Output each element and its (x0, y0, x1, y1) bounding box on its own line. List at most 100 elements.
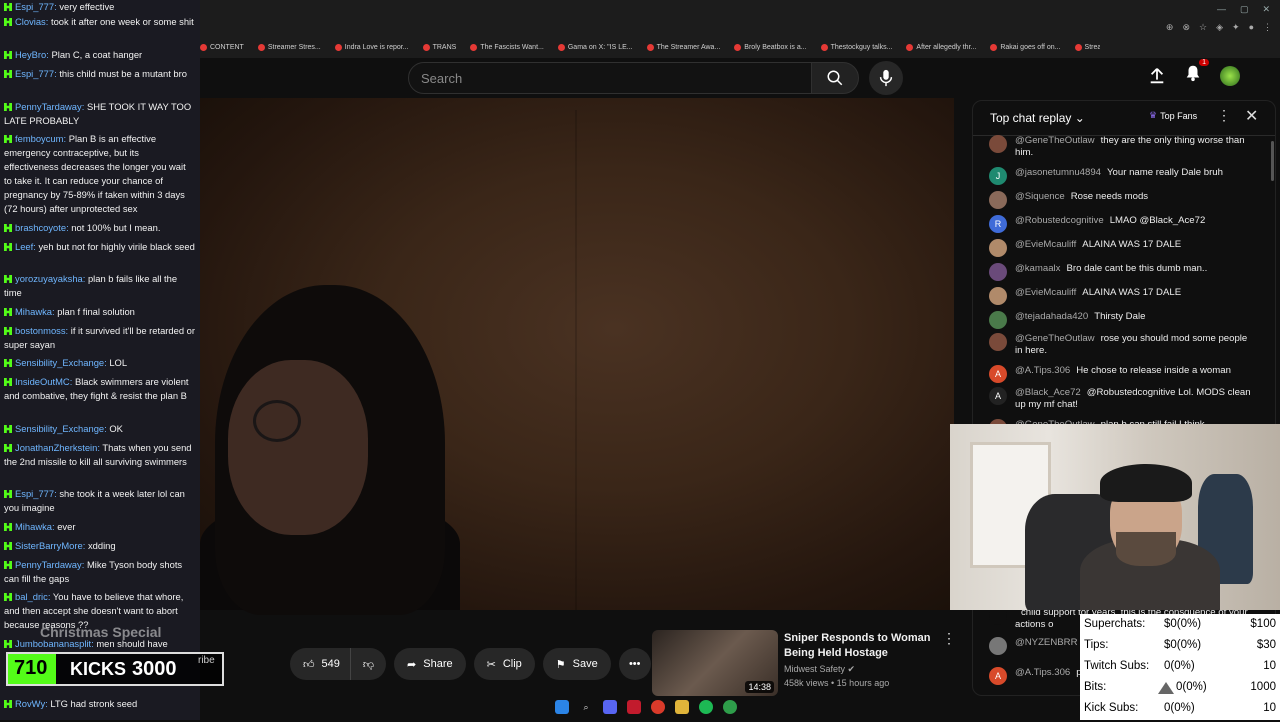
search-icon[interactable]: ⌕ (579, 700, 593, 714)
voice-search-button[interactable] (869, 61, 903, 95)
chat-username[interactable]: @EvieMcauliff (1015, 239, 1076, 250)
chat-username[interactable]: bal_dric (15, 591, 48, 602)
chat-username[interactable]: @EvieMcauliff (1015, 287, 1076, 298)
chat-username[interactable]: @GeneTheOutlaw (1015, 333, 1095, 344)
search-input[interactable]: Search (408, 62, 812, 94)
avatar[interactable] (989, 287, 1007, 305)
chat-username[interactable]: Sensibility_Exchange (15, 423, 104, 434)
extension-icon[interactable]: ⊗ (1182, 22, 1190, 33)
chat-username[interactable]: @jasonetumnu4894 (1015, 167, 1101, 178)
chat-mode-dropdown[interactable]: Top chat replay ⌄ (990, 111, 1085, 125)
recommended-thumbnail[interactable]: 14:38 (652, 630, 778, 696)
avatar[interactable]: R (989, 215, 1007, 233)
chat-username[interactable]: @A.Tips.306 (1015, 667, 1070, 678)
recommended-title[interactable]: Sniper Responds to Woman Being Held Host… (784, 631, 934, 661)
browser-tab[interactable]: The Streamer Awa... (646, 40, 720, 54)
chat-username[interactable]: yorozuyayaksha (15, 273, 83, 284)
chat-username[interactable]: Espi_777 (15, 1, 54, 12)
chat-username[interactable]: @Robustedcognitive (1015, 215, 1104, 226)
dislike-button[interactable]: 👎︎ (349, 648, 387, 680)
chat-username[interactable]: HeyBro (15, 49, 46, 60)
chat-username[interactable]: PennyTardaway (15, 559, 82, 570)
chat-username[interactable]: SisterBarryMore (15, 540, 83, 551)
browser-tab[interactable]: Broly Beatbox is a... (734, 40, 807, 54)
chat-username[interactable]: Mihawka (15, 521, 52, 532)
maximize-icon[interactable]: ▢ (1240, 4, 1249, 15)
chat-username[interactable]: femboycum (15, 133, 63, 144)
close-icon[interactable]: ✕ (1245, 106, 1258, 126)
avatar[interactable] (989, 263, 1007, 281)
browser-tab[interactable]: Streamer crashout... (1074, 40, 1100, 54)
browser-tab[interactable]: Gama on X: "IS LE... (557, 40, 633, 54)
chat-username[interactable]: Espi_777 (15, 68, 54, 79)
folder-icon[interactable] (675, 700, 689, 714)
avatar[interactable] (989, 191, 1007, 209)
shield-icon[interactable]: ◈ (1216, 22, 1223, 33)
recommended-video[interactable]: 14:38 Sniper Responds to Woman Being Hel… (652, 630, 962, 700)
minimize-icon[interactable]: — (1217, 4, 1226, 15)
chat-username[interactable]: @GeneTheOutlaw (1015, 135, 1095, 146)
close-window-icon[interactable]: ✕ (1262, 4, 1270, 15)
avatar[interactable]: J (989, 167, 1007, 185)
chat-username[interactable]: Sensibility_Exchange (15, 357, 104, 368)
chat-username[interactable]: Clovias (15, 16, 46, 27)
avatar[interactable]: A (989, 365, 1007, 383)
chat-username[interactable]: @A.Tips.306 (1015, 365, 1070, 376)
windows-start-icon[interactable] (555, 700, 569, 714)
chat-username[interactable]: @Black_Ace72 (1015, 387, 1081, 398)
puzzle-icon[interactable]: ✦ (1232, 22, 1240, 33)
share-button[interactable]: ➦ Share (394, 648, 466, 680)
chat-username[interactable]: @kamaalx (1015, 263, 1060, 274)
app-red-icon[interactable] (627, 700, 641, 714)
chat-username[interactable]: InsideOutMC (15, 376, 70, 387)
search-button[interactable] (811, 62, 859, 94)
recommended-channel[interactable]: Midwest Safety ✔ (784, 664, 855, 675)
chat-username[interactable]: RovWy (15, 698, 45, 709)
browser-tab[interactable]: Streamer Stres... (257, 40, 321, 54)
star-icon[interactable]: ☆ (1199, 22, 1207, 33)
avatar[interactable] (989, 135, 1007, 153)
recommended-more-icon[interactable]: ⋮ (942, 630, 956, 647)
top-fans-button[interactable]: ♛ Top Fans (1149, 110, 1197, 121)
chat-username[interactable]: @NYZENBRR (1015, 637, 1078, 648)
browser-icon[interactable] (651, 700, 665, 714)
clip-button[interactable]: ✂ Clip (473, 648, 535, 680)
chat-scrollbar[interactable] (1271, 141, 1274, 181)
more-options-icon[interactable]: ⋮ (1217, 107, 1231, 124)
chat-username[interactable]: Mihawka (15, 306, 52, 317)
avatar[interactable]: A (989, 387, 1007, 405)
chat-username[interactable]: bostonmoss (15, 325, 66, 336)
chat-username[interactable]: Leef (15, 241, 33, 252)
menu-icon[interactable]: ⋮ (1263, 22, 1272, 33)
chat-username[interactable]: @Siquence (1015, 191, 1065, 202)
zoom-icon[interactable]: ⊕ (1166, 22, 1174, 33)
subscribe-button[interactable]: ribe (198, 655, 215, 666)
avatar[interactable] (989, 311, 1007, 329)
xbox-icon[interactable] (723, 700, 737, 714)
avatar[interactable] (989, 239, 1007, 257)
chat-username[interactable]: PennyTardaway (15, 101, 82, 112)
browser-tab[interactable]: Thestockguy talks... (820, 40, 892, 54)
discord-icon[interactable] (603, 700, 617, 714)
avatar[interactable] (989, 637, 1007, 655)
chat-username[interactable]: @tejadahada420 (1015, 311, 1088, 322)
like-button[interactable]: 👍︎ 549 (290, 648, 350, 680)
avatar[interactable] (989, 333, 1007, 351)
browser-tab[interactable]: The Fascists Want... (470, 40, 544, 54)
more-actions-button[interactable]: ••• (618, 648, 651, 680)
save-button[interactable]: ⚑ Save (542, 648, 611, 680)
browser-tab[interactable]: CONTENT (200, 40, 244, 54)
avatar[interactable]: A (989, 667, 1007, 685)
browser-tab[interactable]: After allegedly thr... (906, 40, 976, 54)
avatar[interactable] (1220, 65, 1240, 86)
browser-tab[interactable]: Rakai goes off on... (990, 40, 1061, 54)
notifications-button[interactable]: 1 (1184, 59, 1209, 87)
browser-tab[interactable]: Indra Love is repor... (334, 40, 409, 54)
browser-tab[interactable]: TRANS (422, 40, 456, 54)
profile-icon[interactable]: ● (1249, 22, 1254, 33)
chat-username[interactable]: brashcoyote (15, 222, 66, 233)
chat-username[interactable]: JonathanZherkstein (15, 442, 97, 453)
upload-icon[interactable] (1148, 67, 1166, 85)
chat-username[interactable]: Espi_777 (15, 488, 54, 499)
spotify-icon[interactable] (699, 700, 713, 714)
